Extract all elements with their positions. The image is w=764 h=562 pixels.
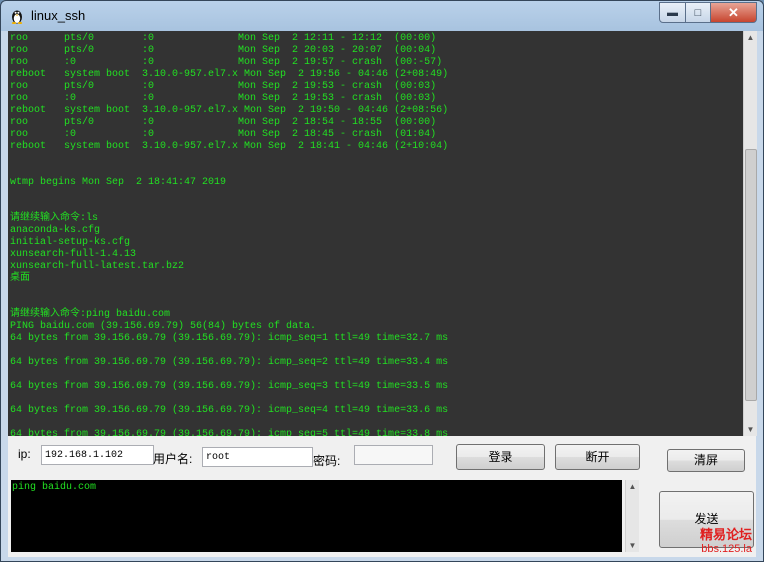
disconnect-button[interactable]: 断开	[555, 444, 640, 470]
window-title: linux_ssh	[31, 8, 86, 23]
cmd-scroll-up-icon[interactable]: ▲	[626, 480, 639, 493]
terminal-line: PING baidu.com (39.156.69.79) 56(84) byt…	[10, 321, 317, 332]
terminal-text: roo pts/0 :0 Mon Sep 2 12:11 - 12:12 (00…	[10, 33, 448, 436]
app-window: linux_ssh ▬ □ ✕ roo pts/0 :0 Mon Sep 2 1…	[0, 0, 764, 562]
terminal-line: 请继续输入命令:ls	[10, 213, 99, 224]
terminal-line: wtmp begins Mon Sep 2 18:41:47 2019	[10, 177, 227, 188]
password-label: 密码:	[313, 454, 341, 468]
terminal-line: 64 bytes from 39.156.69.79 (39.156.69.79…	[10, 357, 449, 368]
scroll-down-icon[interactable]: ▼	[744, 423, 757, 436]
watermark-url: bbs.125.la	[701, 543, 752, 555]
command-input[interactable]: ping baidu.com	[11, 480, 622, 552]
cmd-scroll-down-icon[interactable]: ▼	[626, 539, 639, 552]
terminal-output[interactable]: roo pts/0 :0 Mon Sep 2 12:11 - 12:12 (00…	[8, 31, 743, 436]
maximize-button[interactable]: □	[686, 2, 711, 23]
command-input-text: ping baidu.com	[12, 482, 97, 493]
ip-input[interactable]: 192.168.1.102	[41, 445, 154, 465]
login-button[interactable]: 登录	[456, 444, 545, 470]
terminal-line: roo :0 :0 Mon Sep 2 19:53 - crash (00:03…	[10, 93, 437, 104]
ip-label: ip:	[18, 447, 31, 461]
username-input[interactable]: root	[202, 447, 313, 467]
maximize-icon: □	[694, 6, 702, 19]
terminal-line: anaconda-ks.cfg	[10, 225, 101, 236]
terminal-line: roo pts/0 :0 Mon Sep 2 18:54 - 18:55 (00…	[10, 117, 437, 128]
terminal-line: roo :0 :0 Mon Sep 2 18:45 - crash (01:04…	[10, 129, 437, 140]
client-area: roo pts/0 :0 Mon Sep 2 12:11 - 12:12 (00…	[8, 31, 757, 557]
terminal-line: reboot system boot 3.10.0-957.el7.x Mon …	[10, 69, 449, 80]
watermark: 精易论坛 bbs.125.la	[700, 524, 752, 555]
terminal-line: roo pts/0 :0 Mon Sep 2 19:53 - crash (00…	[10, 81, 437, 92]
terminal-line: initial-setup-ks.cfg	[10, 237, 131, 248]
terminal-line: 64 bytes from 39.156.69.79 (39.156.69.79…	[10, 381, 449, 392]
minimize-icon: ▬	[667, 6, 678, 19]
close-icon: ✕	[728, 4, 739, 20]
terminal-line: reboot system boot 3.10.0-957.el7.x Mon …	[10, 141, 449, 152]
penguin-icon	[11, 10, 23, 24]
terminal-line: 64 bytes from 39.156.69.79 (39.156.69.79…	[10, 429, 449, 436]
terminal-line: 请继续输入命令:ping baidu.com	[10, 309, 171, 320]
title-bar[interactable]: linux_ssh ▬ □ ✕	[1, 1, 763, 31]
terminal-line: roo pts/0 :0 Mon Sep 2 12:11 - 12:12 (00…	[10, 33, 437, 44]
password-input[interactable]	[354, 445, 433, 465]
watermark-title: 精易论坛	[699, 527, 752, 542]
terminal-scrollbar[interactable]: ▲ ▼	[743, 31, 757, 436]
terminal-line: reboot system boot 3.10.0-957.el7.x Mon …	[10, 105, 449, 116]
minimize-button[interactable]: ▬	[659, 2, 686, 23]
clear-screen-button[interactable]: 清屏	[667, 449, 745, 472]
username-label: 用户名:	[153, 452, 193, 466]
terminal-line: 64 bytes from 39.156.69.79 (39.156.69.79…	[10, 333, 449, 344]
command-scrollbar[interactable]: ▲ ▼	[625, 480, 639, 552]
terminal-line: xunsearch-full-1.4.13	[10, 249, 137, 260]
terminal-line: roo pts/0 :0 Mon Sep 2 20:03 - 20:07 (00…	[10, 45, 437, 56]
terminal-line: roo :0 :0 Mon Sep 2 19:57 - crash (00:-5…	[10, 57, 443, 68]
close-button[interactable]: ✕	[711, 2, 757, 23]
terminal-line: 64 bytes from 39.156.69.79 (39.156.69.79…	[10, 405, 449, 416]
terminal-line: 桌面	[10, 273, 30, 284]
scroll-thumb[interactable]	[745, 149, 757, 401]
scroll-up-icon[interactable]: ▲	[744, 31, 757, 44]
window-controls: ▬ □ ✕	[659, 2, 757, 23]
terminal-line: xunsearch-full-latest.tar.bz2	[10, 261, 185, 272]
